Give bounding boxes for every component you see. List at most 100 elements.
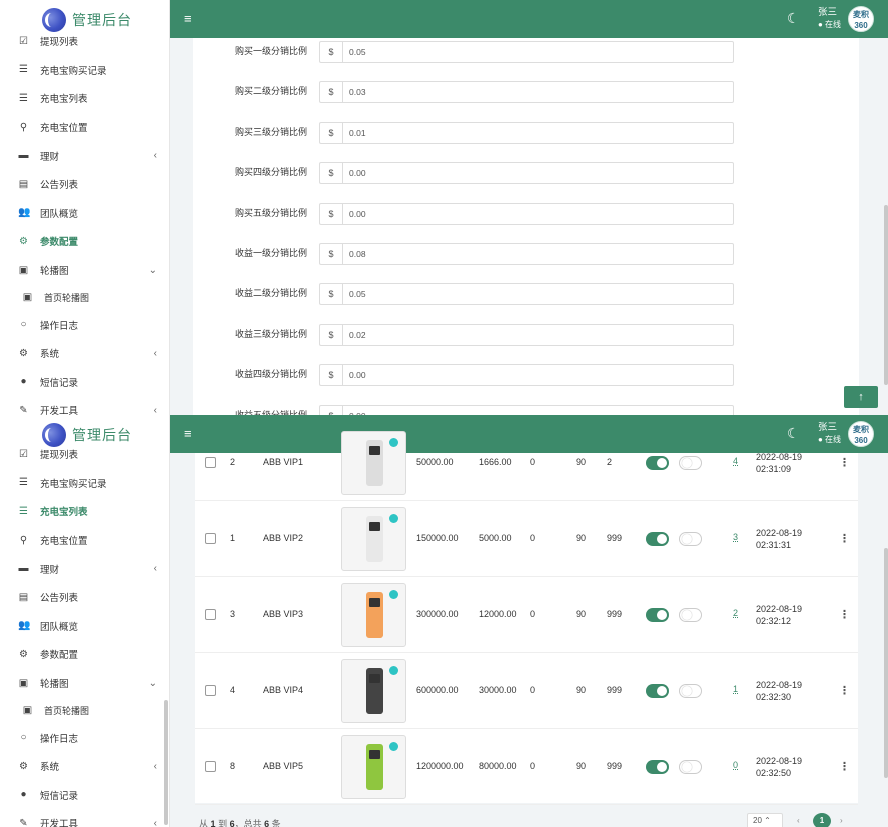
- row-checkbox[interactable]: [205, 685, 216, 696]
- sidebar-item[interactable]: ⚙ 系统 ‹: [0, 339, 169, 368]
- dark-mode-toggle-icon[interactable]: ☾: [787, 10, 800, 27]
- input-addon: $: [319, 162, 342, 185]
- users-icon: 👥: [18, 207, 31, 219]
- created-time: 2022-08-19 02:31:31: [756, 528, 803, 550]
- count-link[interactable]: 0: [733, 760, 738, 770]
- sidebar-item-label: 充电宝购买记录: [40, 478, 107, 490]
- row-checkbox[interactable]: [205, 457, 216, 468]
- created-time: 2022-08-19 02:32:30: [756, 680, 803, 702]
- product-image[interactable]: [341, 507, 406, 571]
- form-row: 收益三级分销比例 $0.02: [193, 323, 859, 348]
- more-actions-icon[interactable]: ⋮: [839, 532, 850, 545]
- next-page-button[interactable]: ›: [840, 813, 843, 827]
- status-toggle[interactable]: [646, 684, 669, 698]
- sidebar-item[interactable]: ☑ 提现列表: [0, 440, 169, 469]
- count-link[interactable]: 1: [733, 684, 738, 694]
- sidebar-item[interactable]: ▣ 轮播图 ⌄: [0, 669, 169, 698]
- field-label: 收益四级分销比例: [234, 369, 307, 380]
- page-number-current[interactable]: 1: [813, 813, 831, 827]
- sidebar-item[interactable]: ▣ 轮播图 ⌄: [0, 256, 169, 285]
- sidebar-item[interactable]: ▬ 理财 ‹: [0, 554, 169, 583]
- status-toggle[interactable]: [646, 532, 669, 546]
- sidebar-item[interactable]: ▬ 理财 ‹: [0, 141, 169, 170]
- hamburger-menu-icon[interactable]: ≡: [184, 426, 192, 441]
- avatar[interactable]: 麦积 360: [848, 6, 874, 32]
- sidebar-item[interactable]: ☰ 充电宝购买记录: [0, 56, 169, 85]
- sidebar-item[interactable]: ● 短信记录: [0, 781, 169, 810]
- sidebar-item[interactable]: ▣ 首页轮播图: [0, 284, 169, 310]
- sidebar-item[interactable]: ☰ 充电宝列表: [0, 497, 169, 526]
- sidebar-item[interactable]: ○ 操作日志: [0, 723, 169, 752]
- sidebar-item[interactable]: ▤ 公告列表: [0, 170, 169, 199]
- sidebar-scrollbar[interactable]: [164, 700, 168, 825]
- ratio-input[interactable]: 0.00: [342, 162, 734, 185]
- sidebar-item[interactable]: 👥 团队概览: [0, 612, 169, 641]
- more-actions-icon[interactable]: ⋮: [839, 608, 850, 621]
- sidebar-item[interactable]: ☑ 提现列表: [0, 27, 169, 56]
- status-toggle[interactable]: [646, 456, 669, 470]
- sidebar-item[interactable]: ▤ 公告列表: [0, 583, 169, 612]
- row-checkbox[interactable]: [205, 533, 216, 544]
- product-image[interactable]: [341, 735, 406, 799]
- hamburger-menu-icon[interactable]: ≡: [184, 11, 192, 26]
- prev-page-button[interactable]: ‹: [797, 813, 800, 827]
- ratio-input[interactable]: 0.05: [342, 283, 734, 306]
- product-image[interactable]: [341, 659, 406, 723]
- gears-icon: ⚙: [19, 235, 28, 247]
- more-actions-icon[interactable]: ⋮: [839, 456, 850, 469]
- ratio-input[interactable]: 0.00: [342, 404, 734, 415]
- ratio-input[interactable]: 0.03: [342, 81, 734, 104]
- sidebar-item-label: 充电宝列表: [40, 507, 88, 519]
- scrollbar[interactable]: [884, 205, 888, 385]
- product-image[interactable]: [341, 583, 406, 647]
- sidebar-item[interactable]: ☰ 充电宝列表: [0, 84, 169, 113]
- cell-name: ABB VIP3: [263, 609, 304, 619]
- ratio-input[interactable]: 0.02: [342, 323, 734, 346]
- user-info[interactable]: 张三 ● 在线: [818, 7, 841, 31]
- ratio-input[interactable]: 0.00: [342, 202, 734, 225]
- ratio-input[interactable]: 0.00: [342, 364, 734, 387]
- sidebar-item[interactable]: ⚙ 系统 ‹: [0, 752, 169, 781]
- sidebar-item[interactable]: ● 短信记录: [0, 368, 169, 397]
- recommend-toggle[interactable]: [679, 608, 702, 622]
- recommend-toggle[interactable]: [679, 456, 702, 470]
- recommend-toggle[interactable]: [679, 760, 702, 774]
- back-to-top-button[interactable]: ↑: [844, 386, 878, 408]
- page-size-select[interactable]: 20 ⌃: [747, 813, 783, 827]
- count-link[interactable]: 2: [733, 608, 738, 618]
- form-row: 收益四级分销比例 $0.00: [193, 364, 859, 388]
- ratio-input[interactable]: 0.08: [342, 243, 734, 265]
- sidebar-item[interactable]: ✎ 开发工具 ‹: [0, 396, 169, 415]
- sidebar-item[interactable]: ⚙ 参数配置: [0, 227, 169, 256]
- table-row: 4 ABB VIP4 600000.00 30000.00 0 90 999 1 2022-08…: [195, 653, 858, 729]
- created-time: 2022-08-19 02:32:12: [756, 604, 803, 626]
- input-addon: $: [319, 323, 342, 346]
- table-row: 1 ABB VIP2 150000.00 5000.00 0 90 999 3 2022-08-…: [195, 501, 858, 577]
- count-link[interactable]: 4: [733, 456, 738, 466]
- sidebar-item[interactable]: ⚙ 参数配置: [0, 640, 169, 669]
- ratio-input[interactable]: 0.05: [342, 41, 734, 63]
- more-actions-icon[interactable]: ⋮: [839, 684, 850, 697]
- status-toggle[interactable]: [646, 760, 669, 774]
- product-image[interactable]: [341, 431, 406, 495]
- recommend-toggle[interactable]: [679, 684, 702, 698]
- sidebar-item[interactable]: ☰ 充电宝购买记录: [0, 469, 169, 498]
- sidebar-item[interactable]: ▣ 首页轮播图: [0, 697, 169, 723]
- indent-list-icon: ☰: [19, 92, 28, 104]
- sidebar-item[interactable]: ⚲ 充电宝位置: [0, 526, 169, 555]
- sidebar-item[interactable]: ✎ 开发工具 ‹: [0, 809, 169, 827]
- scrollbar[interactable]: [884, 548, 888, 778]
- cell-v4: 90: [576, 609, 587, 619]
- ratio-input[interactable]: 0.01: [342, 121, 734, 144]
- row-checkbox[interactable]: [205, 761, 216, 772]
- row-checkbox[interactable]: [205, 609, 216, 620]
- more-actions-icon[interactable]: ⋮: [839, 760, 850, 773]
- status-toggle[interactable]: [646, 608, 669, 622]
- sidebar-item[interactable]: ○ 操作日志: [0, 310, 169, 339]
- cell-v3: 0: [530, 457, 536, 467]
- sidebar-item-label: 操作日志: [40, 320, 79, 332]
- sidebar-item[interactable]: ⚲ 充电宝位置: [0, 113, 169, 142]
- sidebar-item[interactable]: 👥 团队概览: [0, 199, 169, 228]
- count-link[interactable]: 3: [733, 532, 738, 542]
- recommend-toggle[interactable]: [679, 532, 702, 546]
